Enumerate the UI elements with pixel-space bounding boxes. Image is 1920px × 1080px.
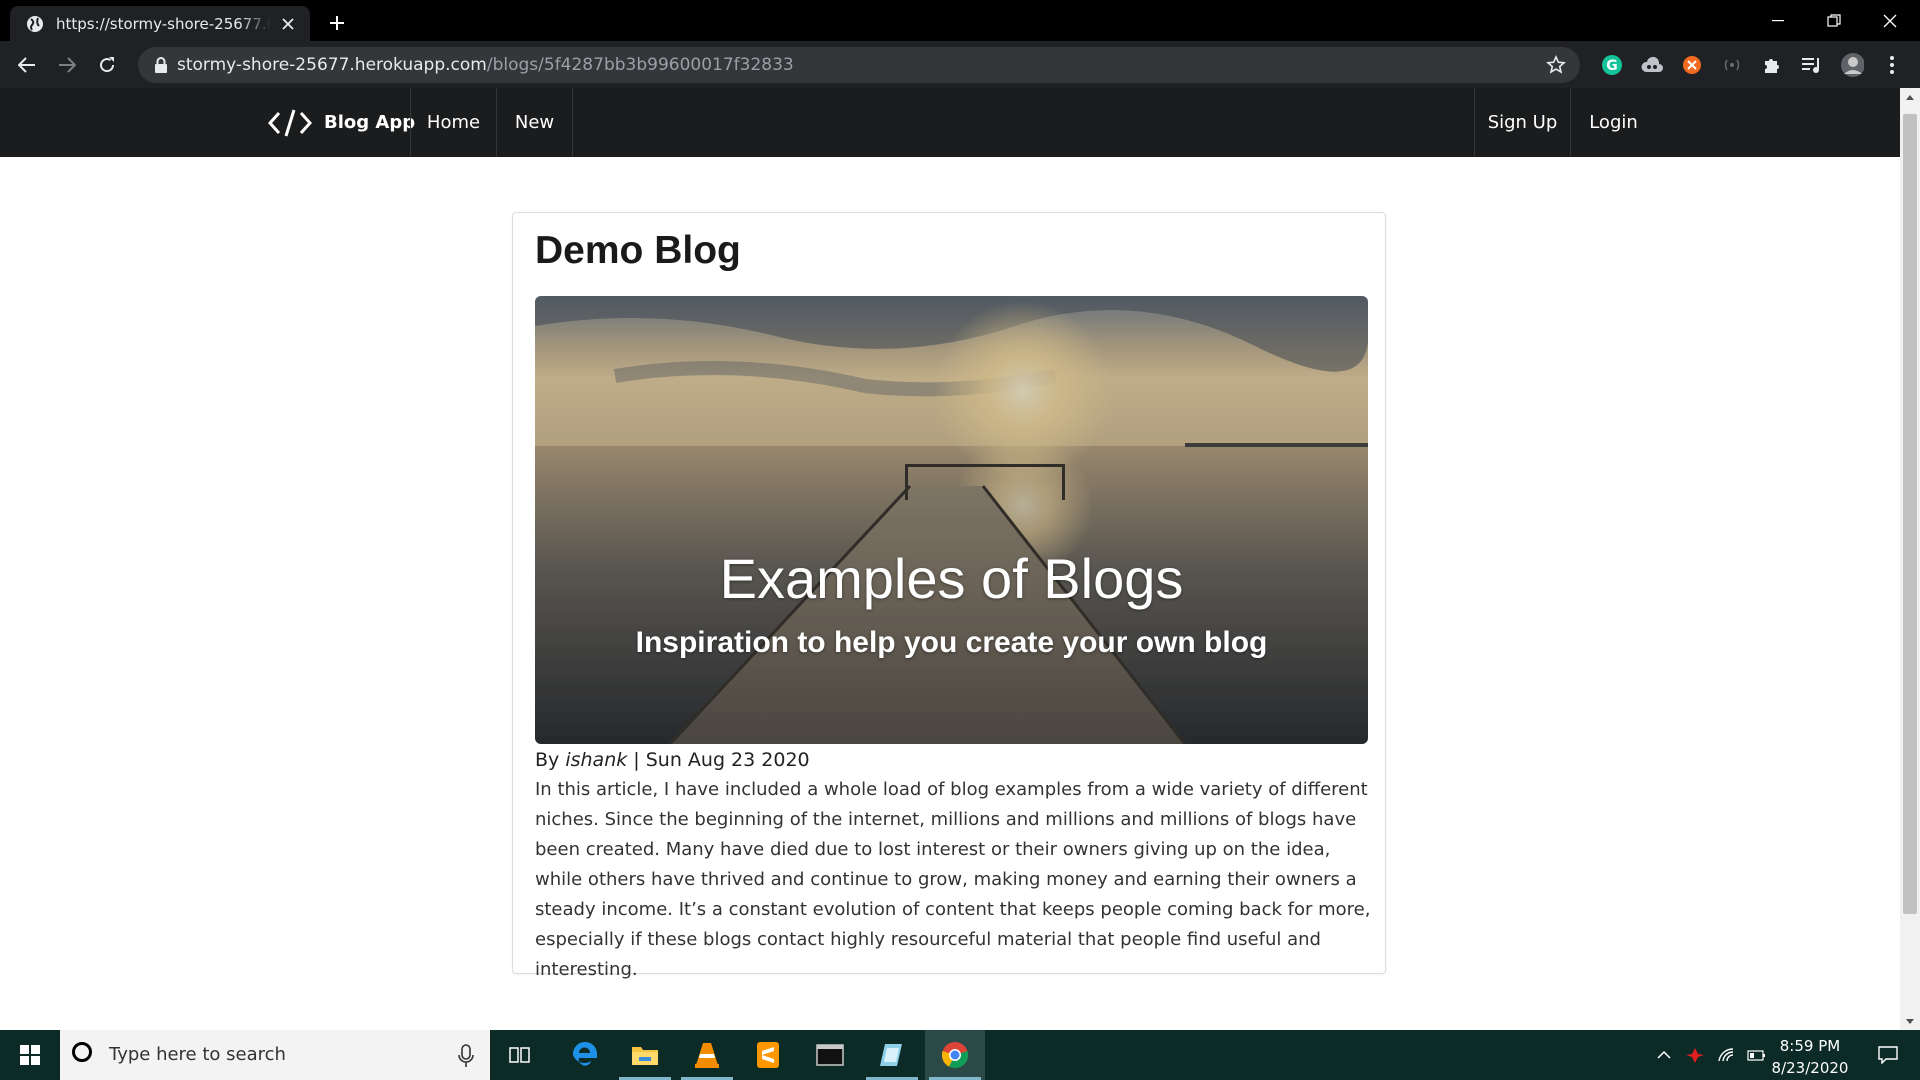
close-window-icon[interactable] <box>1862 0 1918 41</box>
cortana-icon <box>72 1042 92 1062</box>
orange-extension-icon[interactable] <box>1680 53 1704 77</box>
wifi-icon[interactable] <box>1712 1030 1742 1080</box>
new-tab-icon[interactable] <box>324 10 350 36</box>
brand-link[interactable]: Blog App <box>250 88 415 157</box>
image-subheadline: Inspiration to help you create your own … <box>635 626 1268 659</box>
app-navbar: Blog App Home New Sign Up Login <box>0 88 1900 157</box>
address-bar[interactable]: stormy-shore-25677.herokuapp.com/blogs/5… <box>138 47 1580 83</box>
scroll-thumb[interactable] <box>1903 114 1917 914</box>
nav-divider <box>572 88 573 157</box>
close-tab-icon[interactable] <box>279 15 297 33</box>
search-placeholder: Type here to search <box>109 1044 286 1065</box>
forward-icon[interactable] <box>53 51 81 79</box>
image-headline: Examples of Blogs <box>719 547 1184 610</box>
nav-signup-link[interactable]: Sign Up <box>1475 88 1570 157</box>
page-scrollbar[interactable] <box>1900 88 1920 1030</box>
extensions-puzzle-icon[interactable] <box>1760 53 1784 77</box>
security-tray-icon[interactable] <box>1680 1030 1710 1080</box>
windows-start-icon[interactable] <box>0 1030 60 1080</box>
nav-home-link[interactable]: Home <box>411 88 496 157</box>
edge-browser-icon[interactable] <box>555 1030 615 1080</box>
vlc-icon[interactable] <box>677 1030 737 1080</box>
taskbar-search-input[interactable]: Type here to search <box>60 1030 490 1080</box>
microphone-icon[interactable] <box>458 1044 474 1068</box>
task-view-icon[interactable] <box>490 1030 550 1080</box>
minimize-icon[interactable] <box>1750 0 1806 41</box>
brand-label: Blog App <box>324 112 416 133</box>
media-queue-icon[interactable] <box>1800 53 1824 77</box>
ambient-extension-icon[interactable] <box>1720 53 1744 77</box>
notifications-icon[interactable] <box>1864 1030 1912 1080</box>
notes-app-icon[interactable] <box>862 1030 922 1080</box>
code-icon <box>267 108 313 138</box>
clock-date: 8/23/2020 <box>1771 1059 1849 1077</box>
profile-avatar-icon[interactable] <box>1840 53 1864 77</box>
post-image: Examples of Blogs Inspiration to help yo… <box>535 296 1368 744</box>
nav-new-link[interactable]: New <box>497 88 572 157</box>
chrome-taskbar-icon[interactable] <box>925 1030 985 1080</box>
restore-icon[interactable] <box>1806 0 1862 41</box>
post-body: In this article, I have included a whole… <box>535 779 1371 980</box>
post-title: Demo Blog <box>535 229 741 272</box>
terminal-icon[interactable] <box>800 1030 860 1080</box>
by-label: By <box>535 749 560 771</box>
file-explorer-icon[interactable] <box>615 1030 675 1080</box>
globe-icon <box>26 15 44 33</box>
windows-taskbar: Type here to search 8:59 PM 8/23/2020 <box>0 1030 1920 1080</box>
post-date: | Sun Aug 23 2020 <box>633 749 810 771</box>
reload-icon[interactable] <box>93 51 121 79</box>
scroll-down-arrow-icon[interactable] <box>1900 1013 1920 1030</box>
grammarly-extension-icon[interactable]: G <box>1600 53 1624 77</box>
nav-login-link[interactable]: Login <box>1571 88 1656 157</box>
browser-tab[interactable]: https://stormy-shore-25677.herokuapp.com… <box>10 6 310 41</box>
system-clock[interactable]: 8:59 PM 8/23/2020 <box>1760 1035 1860 1079</box>
clock-time: 8:59 PM <box>1779 1037 1841 1055</box>
bookmark-star-icon[interactable] <box>1546 55 1566 75</box>
show-hidden-icons-chevron-icon[interactable] <box>1652 1030 1676 1080</box>
post-author: ishank <box>565 749 628 771</box>
scroll-up-arrow-icon[interactable] <box>1900 88 1920 105</box>
post-meta: By ishank | Sun Aug 23 2020 <box>535 749 810 771</box>
browser-toolbar: stormy-shore-25677.herokuapp.com/blogs/5… <box>0 41 1920 88</box>
chrome-menu-icon[interactable] <box>1880 53 1904 77</box>
svg-text:G: G <box>1606 58 1618 74</box>
blog-post-card: Demo Blog Examples of Blogs Inspiration … <box>512 212 1386 980</box>
lock-icon[interactable] <box>154 57 168 73</box>
url-text: stormy-shore-25677.herokuapp.com/blogs/5… <box>177 55 794 75</box>
cloud-extension-icon[interactable] <box>1640 53 1664 77</box>
tab-title: https://stormy-shore-25677.herokuapp.com… <box>56 14 271 33</box>
sublime-text-icon[interactable] <box>738 1030 798 1080</box>
back-icon[interactable] <box>13 51 41 79</box>
browser-tab-bar: https://stormy-shore-25677.herokuapp.com… <box>0 0 1920 41</box>
